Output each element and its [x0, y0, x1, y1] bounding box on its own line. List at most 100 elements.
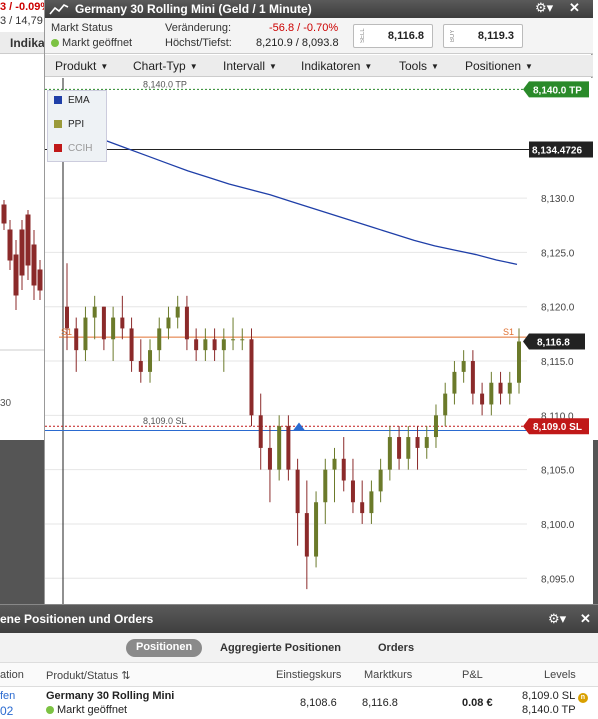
tab-aggregierte-positionen[interactable]: Aggregierte Positionen [220, 642, 341, 654]
candle-body [286, 426, 291, 470]
candle-body [332, 458, 337, 470]
legend-ema-label: EMA [68, 95, 90, 106]
candle-body [277, 426, 282, 470]
legend-item-ppi[interactable]: PPI [54, 119, 84, 133]
legend-item-ema[interactable]: EMA [54, 95, 90, 109]
app-root: 3 / -0.09% 3 / 14,79 Indika 30 [0, 0, 598, 719]
positions-panel: ene Positionen und Orders ⚙▾ ✕ Positione… [0, 604, 598, 719]
candle-body [194, 339, 199, 351]
ticker-values: 3 / 14,79 [0, 15, 43, 27]
col-market[interactable]: Marktkurs [364, 669, 412, 681]
col-pl[interactable]: P&L [462, 669, 483, 681]
row-pl: 0.08 € [462, 697, 493, 709]
tab-positionen[interactable]: Positionen [126, 639, 203, 657]
row-level-tp: 8,140.0 TP [522, 704, 576, 716]
col-entry[interactable]: Einstiegskurs [276, 669, 341, 681]
ticker-change: 3 / -0.09% [0, 1, 44, 13]
candle-body [406, 437, 411, 459]
candle-body [443, 393, 448, 416]
y-tick-label: 8,095.0 [541, 574, 575, 585]
menu-tools[interactable]: Tools ▼ [399, 59, 439, 73]
close-icon[interactable]: ✕ [580, 611, 591, 627]
candle-body [267, 447, 272, 470]
candle-body [129, 328, 134, 362]
menu-chart-typ[interactable]: Chart-Typ ▼ [133, 59, 198, 73]
candle-body [83, 317, 88, 351]
row-left-2[interactable]: 02 [0, 704, 13, 718]
candle-body [452, 371, 457, 394]
market-status-label: Markt Status [51, 22, 113, 34]
gear-icon[interactable]: ⚙▾ [548, 611, 566, 627]
menu-produkt[interactable]: Produkt ▼ [55, 59, 108, 73]
tab-orders[interactable]: Orders [378, 642, 414, 654]
chevron-down-icon: ▼ [269, 62, 277, 71]
y-tick-label: 8,120.0 [541, 303, 575, 314]
ppi-swatch [54, 120, 62, 128]
row-market: 8,116.8 [362, 697, 398, 709]
menu-indikatoren[interactable]: Indikatoren ▼ [301, 59, 372, 73]
background-window-left: 3 / -0.09% 3 / 14,79 Indika 30 [0, 0, 44, 604]
background-ticker: 3 / -0.09% 3 / 14,79 [0, 0, 44, 32]
buy-button[interactable]: BUY 8,119.3 [443, 24, 523, 48]
table-row[interactable]: fen 02 Germany 30 Rolling Mini Markt geö… [0, 687, 598, 719]
candle-body [212, 339, 217, 351]
legend-ppi-label: PPI [68, 119, 85, 130]
tp-price-tag-label: 8,140.0 TP [533, 85, 582, 96]
y-tick-label: 8,100.0 [541, 520, 575, 531]
buy-tag: BUY [450, 29, 456, 43]
candle-body [498, 382, 503, 394]
sl-price-tag-label: 8,109.0 SL [533, 422, 582, 433]
candle-body [258, 415, 263, 448]
change-label: Veränderung: [165, 22, 232, 34]
sell-tag: SELL [360, 28, 366, 44]
candle-body [323, 469, 328, 503]
change-pct: -0.70% [303, 22, 339, 34]
notification-badge-icon[interactable]: n [577, 693, 588, 703]
y-tick-label: 8,115.0 [541, 357, 574, 368]
candle-body [350, 480, 355, 503]
price-chart[interactable]: 8,095.0 8,100.0 8,105.0 8,110.0 8,115.0 8,120… [45, 78, 593, 604]
y-tick-label: 8,105.0 [541, 466, 575, 477]
col-product[interactable]: Produkt/Status ⇅ [46, 669, 130, 682]
candle-body [304, 513, 309, 557]
menu-positionen[interactable]: Positionen ▼ [465, 59, 533, 73]
s1-label-right: S1 [503, 327, 514, 337]
candle-body [369, 491, 374, 514]
gear-icon[interactable]: ⚙▾ [535, 0, 553, 16]
market-status-value: Markt geöffnet [62, 37, 133, 49]
chart-window-titlebar[interactable]: Germany 30 Rolling Mini (Geld / 1 Minute… [45, 0, 593, 18]
row-status-label: Markt geöffnet [57, 704, 128, 716]
menu-intervall[interactable]: Intervall ▼ [223, 59, 277, 73]
background-nav-label[interactable]: Indika [10, 36, 44, 50]
row-left-1[interactable]: fen [0, 690, 15, 702]
candle-body [480, 393, 485, 405]
positions-table-header: ation Produkt/Status ⇅ Einstiegskurs Mar… [0, 663, 598, 687]
background-dark-area-right [593, 440, 598, 604]
row-level-sl: 8,109.0 SL n [522, 690, 588, 703]
ema-line [84, 132, 518, 265]
candle-body [120, 317, 125, 329]
buy-price: 8,119.3 [477, 30, 514, 42]
legend-item-ccih[interactable]: CCIH [54, 143, 92, 157]
col-levels[interactable]: Levels [544, 669, 576, 681]
candle-body [101, 306, 106, 340]
candle-body [489, 382, 494, 405]
background-dark-area [0, 440, 44, 604]
candle-body [507, 382, 512, 394]
positions-panel-titlebar[interactable]: ene Positionen und Orders ⚙▾ ✕ [0, 605, 598, 633]
chevron-down-icon: ▼ [189, 62, 198, 71]
close-icon[interactable]: ✕ [569, 0, 580, 16]
col-left: ation [0, 669, 24, 681]
candle-body [314, 502, 319, 557]
tp-line-label: 8,140.0 TP [143, 79, 187, 89]
sell-button[interactable]: SELL 8,116.8 [353, 24, 433, 48]
candle-body [461, 361, 466, 372]
background-nav[interactable]: Indika [0, 32, 44, 54]
candle-body [295, 469, 300, 514]
candle-body [415, 437, 420, 448]
candle-body [433, 415, 438, 438]
market-status: Markt geöffnet [51, 37, 132, 49]
candle-body [157, 328, 162, 351]
ema-swatch [54, 96, 62, 104]
price-chart-svg[interactable]: 8,095.08,100.08,105.08,110.08,115.08,120… [45, 78, 593, 604]
